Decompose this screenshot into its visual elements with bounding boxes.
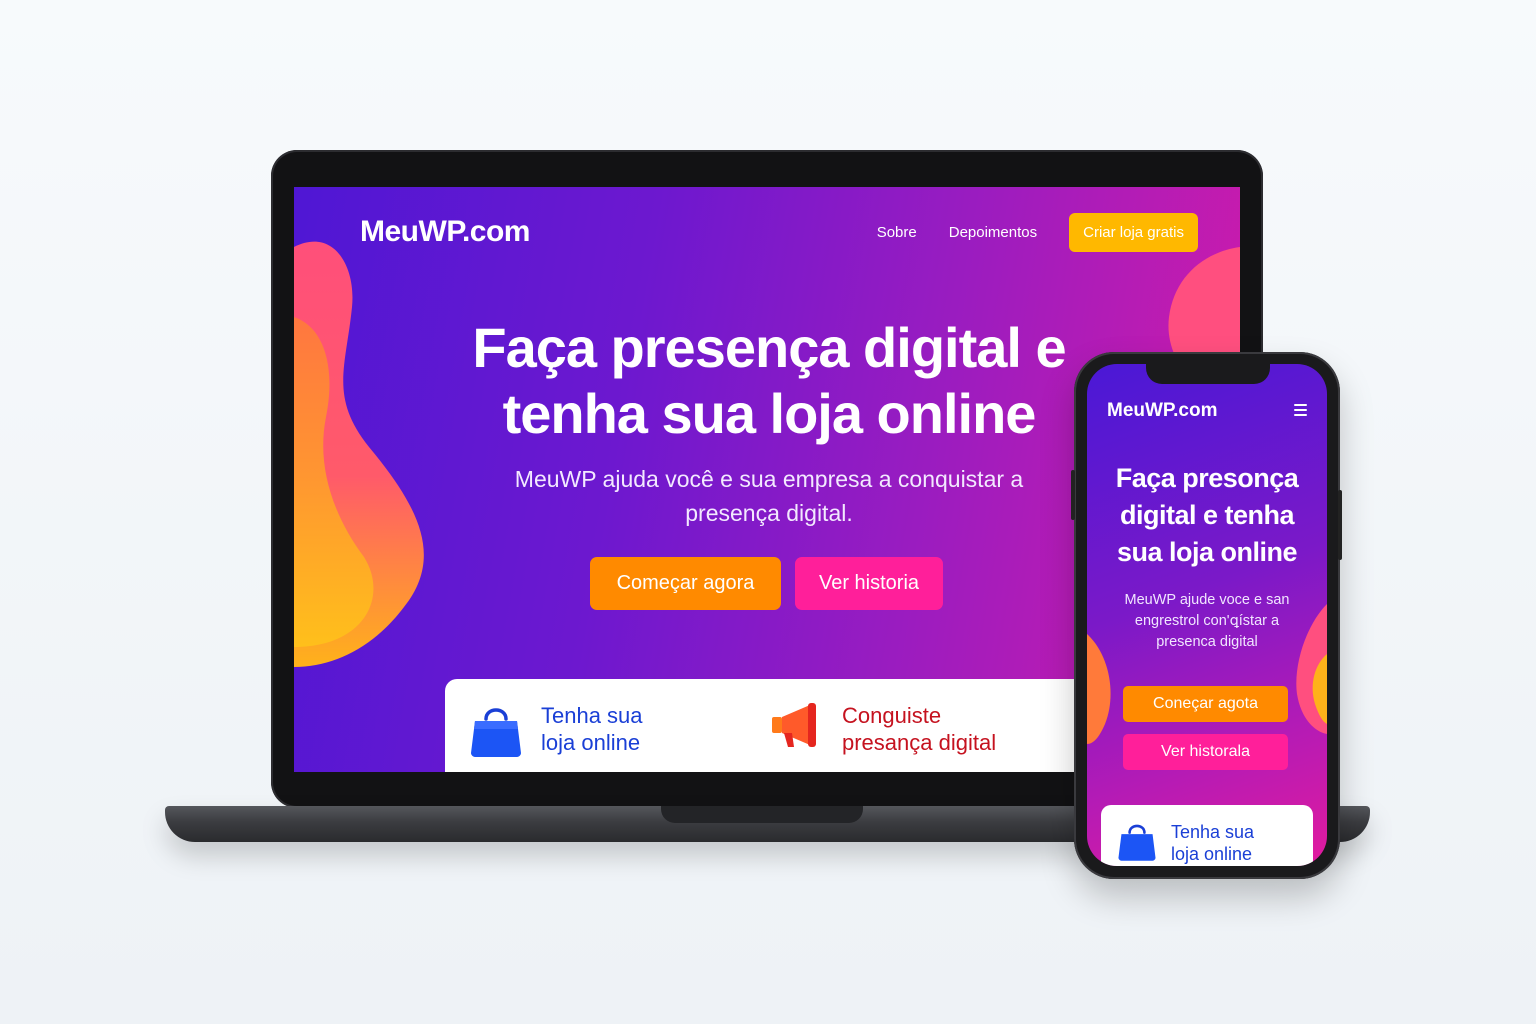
hamburger-menu-icon[interactable] [1294, 404, 1307, 416]
hero-title: Faça presença digital e tenha sua loja o… [472, 316, 1066, 445]
main-nav: Sobre Depoimentos Criar loja gratis [877, 213, 1198, 252]
phone-feature-online-store[interactable]: Tenha sua loja online [1117, 819, 1281, 865]
phone-site-logo[interactable]: MeuWP.com [1107, 400, 1218, 422]
shopping-bag-icon [1118, 824, 1156, 861]
left-decorative-blob [294, 241, 424, 667]
phone-feature-text: Tenha sua loja online [1171, 822, 1255, 864]
phone-side-button [1338, 490, 1342, 560]
feature-text: Tenha sua loja online [541, 703, 643, 755]
shopping-bag-icon [471, 708, 521, 757]
phone-features-card: Tenha sua loja online [1101, 805, 1313, 866]
nav-link-sobre[interactable]: Sobre [877, 224, 917, 241]
phone-start-button[interactable]: Coneçar agota [1123, 686, 1288, 722]
phone-view-history-button[interactable]: Ver historala [1123, 734, 1288, 770]
nav-link-depoimentos[interactable]: Depoimentos [949, 224, 1037, 241]
site-logo[interactable]: MeuWP.com [360, 215, 530, 249]
feature-online-store[interactable]: Tenha sua loja online [469, 701, 671, 757]
start-now-button[interactable]: Começar agora [590, 557, 781, 610]
laptop-hinge-notch [661, 806, 863, 823]
phone-hero-title: Faça presonça digital e tenha sua loja o… [1115, 463, 1299, 567]
features-card: Tenha sua loja online Conguiste presança… [445, 679, 1105, 772]
phone-side-button [1071, 470, 1075, 520]
phone-hero-subtitle: MeuWP ajude voce e san engrestrol con'ꝗí… [1124, 592, 1290, 650]
hero-subtitle: MeuWP ajuda você e sua empresa a conquis… [514, 466, 1024, 526]
phone-notch [1146, 364, 1270, 384]
phone-screen: MeuWP.com Faça presonça digital e tenha … [1087, 364, 1327, 866]
megaphone-icon [772, 703, 816, 747]
create-store-button[interactable]: Criar loja gratis [1069, 213, 1198, 252]
feature-digital-presence[interactable]: Conguiste presança digital [770, 701, 1022, 756]
view-history-button[interactable]: Ver historia [795, 557, 943, 610]
feature-text: Conguiste presança digital [842, 703, 997, 755]
